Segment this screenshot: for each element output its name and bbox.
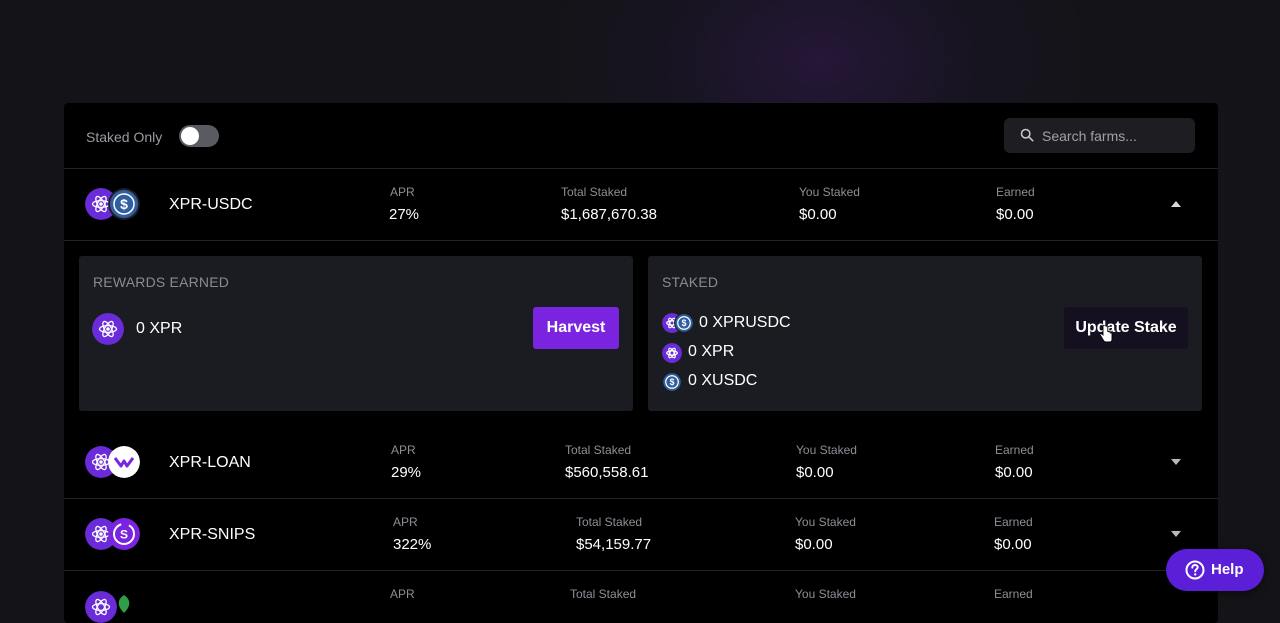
xpr-icon xyxy=(662,343,682,363)
apr-label: APR xyxy=(390,185,415,199)
farm-row-xpr-usdc[interactable]: $ XPR-USDC APR 27% Total Staked $1,687,6… xyxy=(64,169,1218,241)
search-box[interactable] xyxy=(1004,118,1195,153)
help-label: Help xyxy=(1211,561,1244,578)
earned-label: Earned xyxy=(994,515,1033,529)
search-icon xyxy=(1020,128,1034,142)
reward-amount: 0 XPR xyxy=(136,320,183,337)
staked-title: STAKED xyxy=(662,274,719,290)
svg-text:$: $ xyxy=(682,318,687,328)
you-staked-label: You Staked xyxy=(799,185,860,199)
harvest-button[interactable]: Harvest xyxy=(533,307,619,349)
total-staked-label: Total Staked xyxy=(570,587,637,601)
toggle-knob xyxy=(181,127,199,145)
total-staked-label: Total Staked xyxy=(565,443,632,457)
loan-icon xyxy=(108,446,140,478)
total-staked-label: Total Staked xyxy=(561,185,628,199)
staked-only-toggle[interactable] xyxy=(179,125,219,147)
svg-text:S: S xyxy=(120,528,128,542)
you-staked-label: You Staked xyxy=(795,515,856,529)
hand-cursor-icon xyxy=(1099,325,1113,343)
pair-name: XPR-LOAN xyxy=(169,454,251,471)
apr-label: APR xyxy=(393,515,418,529)
rewards-earned-card: REWARDS EARNED 0 XPR Harvest xyxy=(79,256,633,411)
pair-icons: $ xyxy=(85,188,145,222)
usdc-icon: $ xyxy=(108,188,140,220)
rewards-earned-title: REWARDS EARNED xyxy=(93,274,230,290)
question-circle-icon xyxy=(1185,560,1205,580)
farm-row-xpr-loan[interactable]: XPR-LOAN APR 29% Total Staked $560,558.6… xyxy=(64,427,1218,499)
earned-value: $0.00 xyxy=(996,206,1034,223)
chevron-down-icon[interactable] xyxy=(1170,457,1182,467)
apr-label: APR xyxy=(390,587,415,601)
earned-label: Earned xyxy=(995,443,1034,457)
xpr-icon xyxy=(92,313,124,345)
usdc-icon: $ xyxy=(674,313,694,333)
snips-icon: S xyxy=(108,518,140,550)
apr-value: 29% xyxy=(391,464,422,481)
you-staked-label: You Staked xyxy=(795,587,856,601)
usdc-icon: $ xyxy=(662,372,682,392)
staked-card: STAKED $ 0 XPRUSDC 0 XPR $ 0 XUSDC Updat… xyxy=(648,256,1202,411)
farms-panel: Staked Only Search farms... $ XPR-USDC A… xyxy=(64,103,1218,623)
apr-label: APR xyxy=(391,443,416,457)
pair-name: XPR-USDC xyxy=(169,196,253,213)
staked-xusdc-amount: 0 XUSDC xyxy=(688,372,758,389)
svg-text:$: $ xyxy=(120,196,128,212)
you-staked-value: $0.00 xyxy=(796,464,834,481)
earned-value: $0.00 xyxy=(995,464,1033,481)
total-staked-value: $54,159.77 xyxy=(576,536,652,553)
total-staked-value: $560,558.61 xyxy=(565,464,649,481)
pair-name: XPR-SNIPS xyxy=(169,526,256,543)
total-staked-value: $1,687,670.38 xyxy=(561,206,657,223)
staked-xpr-amount: 0 XPR xyxy=(688,343,735,360)
you-staked-label: You Staked xyxy=(796,443,857,457)
svg-text:$: $ xyxy=(670,377,675,387)
total-staked-label: Total Staked xyxy=(576,515,643,529)
earned-value: $0.00 xyxy=(994,536,1032,553)
apr-value: 27% xyxy=(389,206,420,223)
earned-label: Earned xyxy=(994,587,1033,601)
staked-lp-amount: 0 XPRUSDC xyxy=(699,314,791,331)
you-staked-value: $0.00 xyxy=(795,536,833,553)
pair-icons xyxy=(85,591,145,623)
chevron-down-icon[interactable] xyxy=(1170,529,1182,539)
apr-value: 322% xyxy=(393,536,432,553)
update-stake-button[interactable]: Update Stake xyxy=(1064,307,1188,349)
staked-only-label: Staked Only xyxy=(86,129,163,145)
help-button[interactable]: Help xyxy=(1166,549,1264,591)
you-staked-value: $0.00 xyxy=(799,206,837,223)
chevron-up-icon[interactable] xyxy=(1170,199,1182,209)
filter-bar: Staked Only xyxy=(64,103,1218,169)
farm-row-xpr-snips[interactable]: S XPR-SNIPS APR 322% Total Staked $54,15… xyxy=(64,499,1218,571)
pair-icons: S xyxy=(85,518,145,552)
pair-icons xyxy=(85,446,145,480)
farm-row-xpr-mint[interactable]: APR Total Staked You Staked Earned xyxy=(64,571,1218,623)
earned-label: Earned xyxy=(996,185,1035,199)
mint-icon xyxy=(118,595,130,613)
search-input[interactable] xyxy=(1042,118,1190,153)
